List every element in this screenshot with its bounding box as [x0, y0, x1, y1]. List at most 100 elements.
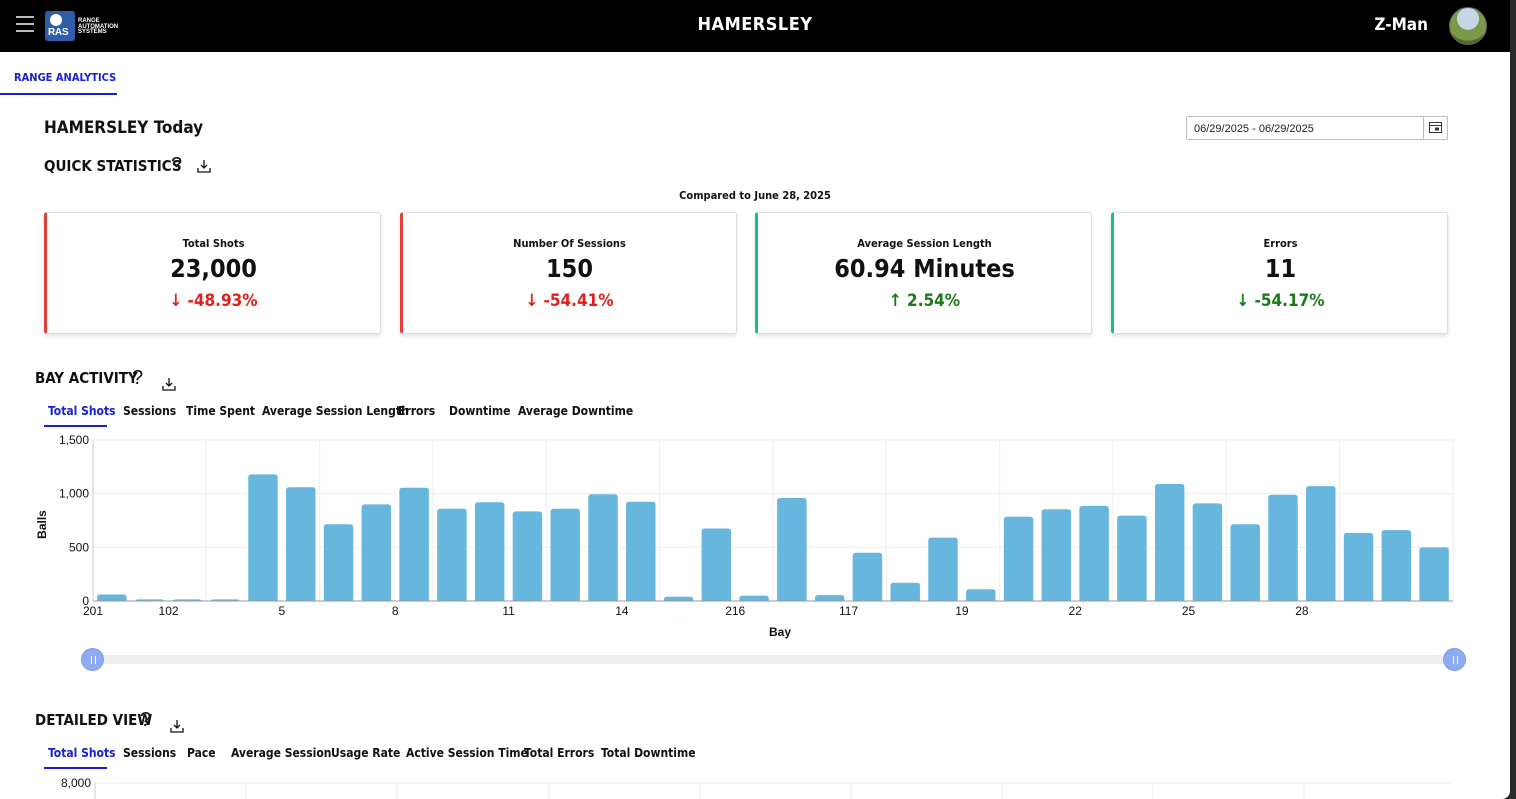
tab-active-session-time[interactable]: Active Session Time — [406, 746, 528, 760]
detailed-view-title: DETAILED VIEW — [35, 711, 153, 729]
help-icon[interactable]: ? — [171, 154, 182, 177]
stat-change: ↑ 2.54% — [758, 291, 1091, 311]
stat-card-avg-session: Average Session Length 60.94 Minutes ↑ 2… — [755, 212, 1092, 334]
stat-value: 60.94 Minutes — [834, 254, 1015, 283]
arrow-up-icon: ↑ — [888, 291, 902, 311]
x-tick-label: 216 — [725, 604, 745, 618]
bar — [777, 497, 807, 601]
arrow-down-icon: ↓ — [525, 291, 539, 311]
arrow-down-icon: ↓ — [1236, 291, 1250, 311]
bar — [399, 487, 429, 601]
tab-pace[interactable]: Pace — [187, 746, 216, 760]
bar — [1154, 484, 1185, 601]
bar — [323, 524, 354, 601]
arrow-down-icon: ↓ — [169, 291, 183, 311]
bar — [1079, 506, 1109, 601]
download-icon[interactable] — [197, 159, 211, 173]
tab-average-downtime[interactable]: Average Downtime — [518, 404, 633, 418]
stat-value: 150 — [546, 254, 593, 283]
tab-total-downtime[interactable]: Total Downtime — [601, 746, 696, 760]
tab-sessions[interactable]: Sessions — [123, 404, 176, 418]
user-name[interactable]: Z-Man — [1374, 15, 1428, 35]
x-tick-label: 19 — [955, 604, 969, 618]
tab-average-session-length[interactable]: Average Session Length — [262, 404, 409, 418]
range-slider-start-handle[interactable] — [81, 648, 104, 671]
quick-statistics-title: QUICK STATISTICS — [44, 157, 182, 175]
stat-change: ↓ -54.41% — [403, 291, 736, 311]
y-tick-label: 500 — [69, 540, 89, 554]
stat-change-value: -48.93% — [187, 291, 258, 311]
y-tick-label: 1,500 — [59, 433, 89, 447]
stat-change: ↓ -48.93% — [47, 291, 380, 311]
stat-change-value: -54.41% — [543, 291, 614, 311]
bar — [248, 474, 278, 601]
comparison-date: Compared to June 28, 2025 — [679, 189, 831, 202]
x-tick-label: 14 — [615, 604, 629, 618]
stat-change: ↓ -54.17% — [1114, 291, 1447, 311]
y-tick-label: 1,000 — [59, 487, 89, 501]
help-icon[interactable]: ? — [140, 709, 151, 732]
stat-label: Number Of Sessions — [513, 237, 626, 250]
bar — [437, 508, 467, 601]
y-tick-label: 8,000 — [61, 776, 91, 790]
bar — [966, 589, 996, 601]
tab-usage-rate[interactable]: Usage Rate — [331, 746, 400, 760]
bar — [852, 552, 883, 601]
stat-change-value: -54.17% — [1254, 291, 1325, 311]
stat-label: Errors — [1263, 237, 1298, 250]
bar — [550, 508, 580, 601]
tab-time-spent[interactable]: Time Spent — [186, 404, 255, 418]
bar — [1230, 524, 1260, 601]
tab-errors[interactable]: Errors — [398, 404, 435, 418]
stat-value: 23,000 — [170, 254, 257, 283]
tab-total-shots[interactable]: Total Shots — [48, 746, 116, 760]
stat-value: 11 — [1264, 254, 1297, 283]
x-tick-label: 117 — [839, 604, 858, 618]
bar — [474, 502, 505, 601]
bar — [663, 596, 694, 601]
stat-card-errors: Errors 11 ↓ -54.17% — [1111, 212, 1448, 334]
bar — [890, 582, 920, 601]
x-axis-label: Bay — [769, 625, 791, 639]
y-axis-label: Balls — [35, 510, 49, 539]
x-tick-label: 22 — [1069, 604, 1083, 618]
x-tick-label: 8 — [392, 604, 399, 618]
bar — [928, 537, 958, 601]
detailed-view-chart: 8,000 — [61, 776, 1453, 799]
tab-sessions[interactable]: Sessions — [123, 746, 176, 760]
bar — [361, 504, 392, 601]
x-tick-label: 11 — [502, 604, 515, 618]
x-tick-label: 201 — [83, 604, 103, 618]
stat-change-value: 2.54% — [907, 291, 961, 311]
bar — [588, 494, 618, 601]
bar — [1419, 547, 1449, 601]
user-avatar[interactable] — [1449, 7, 1487, 45]
bar — [1041, 509, 1072, 601]
tab-total-errors[interactable]: Total Errors — [524, 746, 594, 760]
app-window: RAS RANGE AUTOMATION SYSTEMS HAMERSLEY Z… — [0, 0, 1510, 799]
bar — [701, 528, 732, 601]
bar — [286, 487, 316, 601]
range-slider-track[interactable] — [92, 655, 1455, 664]
bar — [1343, 532, 1374, 601]
bar — [1268, 494, 1298, 601]
page-title: HAMERSLEY Today — [44, 118, 204, 138]
tab-downtime[interactable]: Downtime — [449, 404, 510, 418]
calendar-icon — [1429, 122, 1442, 133]
active-tab-indicator — [44, 425, 107, 427]
tab-label: RANGE ANALYTICS — [14, 71, 117, 84]
download-icon[interactable] — [170, 719, 184, 733]
range-slider-end-handle[interactable] — [1443, 648, 1466, 671]
x-tick-label: 25 — [1182, 604, 1196, 618]
stat-card-total-shots: Total Shots 23,000 ↓ -48.93% — [44, 212, 381, 334]
calendar-button[interactable] — [1423, 117, 1447, 139]
bar — [814, 595, 845, 601]
tab-average-session[interactable]: Average Session — [231, 746, 331, 760]
help-icon[interactable]: ? — [132, 367, 143, 390]
bar — [512, 511, 543, 601]
tab-range-analytics[interactable]: RANGE ANALYTICS — [0, 62, 117, 95]
download-icon[interactable] — [162, 377, 176, 391]
date-range-input[interactable]: 06/29/2025 - 06/29/2025 — [1186, 116, 1448, 140]
x-tick-label: 5 — [279, 604, 286, 618]
tab-total-shots[interactable]: Total Shots — [48, 404, 116, 418]
